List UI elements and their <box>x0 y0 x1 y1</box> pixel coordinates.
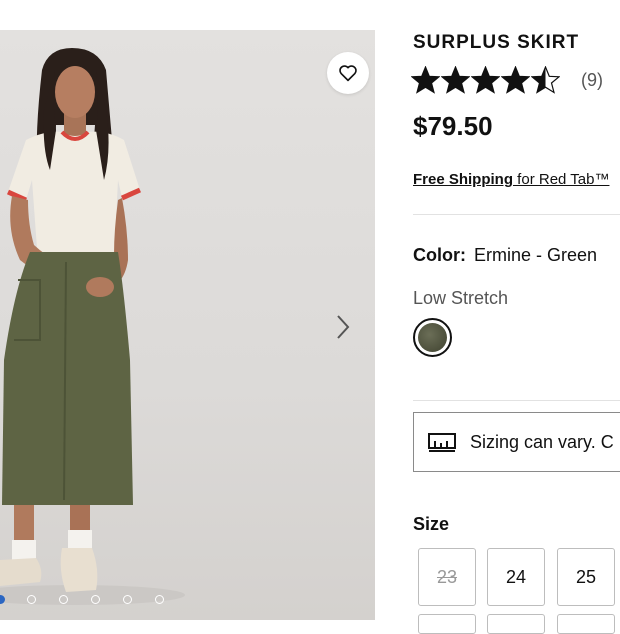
pagination-dot[interactable] <box>91 595 100 604</box>
color-value: Ermine - Green <box>474 245 598 265</box>
color-label: Color: <box>413 245 466 265</box>
size-option-label: 23 <box>436 566 458 587</box>
product-price: $79.50 <box>413 111 493 141</box>
pagination-dot[interactable] <box>155 595 164 604</box>
size-option-label: 25 <box>575 566 597 587</box>
review-count[interactable]: (9) <box>581 70 603 91</box>
sizing-notice[interactable]: Sizing can vary. C <box>413 412 620 472</box>
product-title: SURPLUS SKIRT <box>413 32 580 53</box>
star-icon <box>441 66 470 94</box>
size-option-24[interactable]: 24 <box>487 548 545 606</box>
pagination-dot[interactable] <box>123 595 132 604</box>
size-option[interactable] <box>418 614 476 634</box>
star-rating <box>411 66 561 95</box>
size-option[interactable] <box>487 614 545 634</box>
divider <box>413 214 620 215</box>
color-selection: Color: Ermine - Green <box>413 245 597 266</box>
star-icon <box>501 66 530 94</box>
favorite-button[interactable] <box>327 52 369 94</box>
size-option-label: 24 <box>505 566 527 587</box>
swatch-fill <box>418 323 447 352</box>
pagination-dot[interactable] <box>27 595 36 604</box>
product-rating[interactable]: (9) <box>411 66 603 95</box>
star-icon <box>531 66 560 94</box>
chevron-right-icon <box>337 315 350 339</box>
pagination-dot[interactable] <box>59 595 68 604</box>
shipping-info: Free Shipping for Red Tab™ <box>413 171 609 188</box>
next-image-button[interactable] <box>330 310 356 344</box>
divider <box>413 400 620 401</box>
red-tab-link[interactable]: for Red Tab™ <box>513 171 609 188</box>
sizing-notice-text: Sizing can vary. C <box>470 431 614 452</box>
star-icon <box>411 66 440 94</box>
stretch-label: Low Stretch <box>413 288 509 308</box>
size-option-25[interactable]: 25 <box>557 548 615 606</box>
size-label: Size <box>413 514 450 534</box>
ruler-icon <box>428 432 456 452</box>
product-photo <box>0 48 185 605</box>
color-swatch[interactable] <box>413 318 452 357</box>
free-shipping-link[interactable]: Free Shipping <box>413 171 513 188</box>
size-option-23[interactable]: 23 <box>418 548 476 606</box>
product-image-gallery[interactable] <box>0 30 375 620</box>
star-icon <box>471 66 500 94</box>
heart-icon <box>339 65 357 82</box>
size-option[interactable] <box>557 614 615 634</box>
